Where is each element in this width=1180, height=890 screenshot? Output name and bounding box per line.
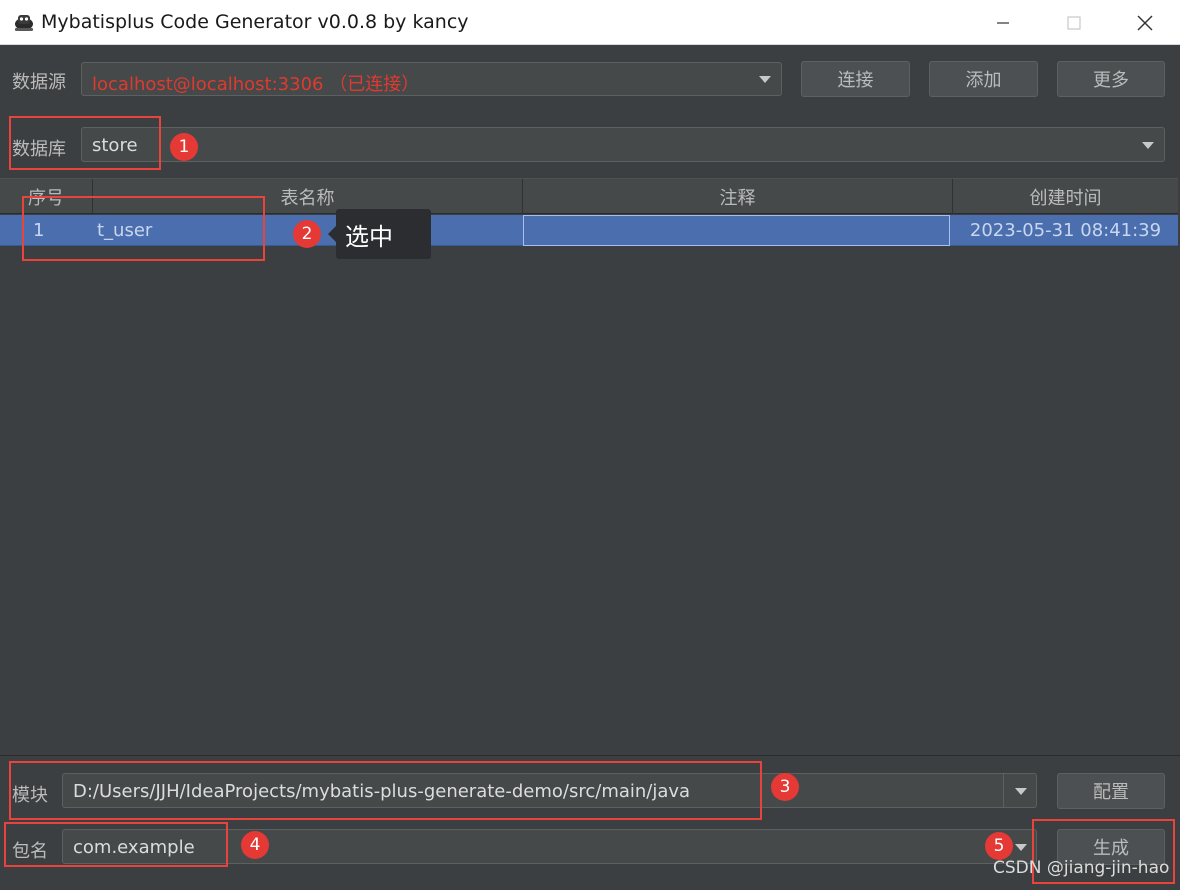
- chevron-down-icon: [759, 76, 771, 83]
- annotation-badge-2: 2: [293, 220, 321, 248]
- cell-created-time: 2023-05-31 08:41:39: [969, 220, 1162, 241]
- divider: [0, 755, 1180, 756]
- chevron-down-icon[interactable]: [1015, 788, 1027, 795]
- maximize-icon: [1067, 15, 1081, 30]
- annotation-box-module: [9, 761, 762, 820]
- minimize-icon: [997, 21, 1009, 24]
- database-select[interactable]: store: [81, 127, 1165, 162]
- annotation-badge-1: 1: [170, 133, 198, 161]
- annotation-badge-4: 4: [241, 831, 269, 859]
- robot-logo-icon: [15, 15, 33, 31]
- close-button[interactable]: [1110, 0, 1180, 45]
- annotation-badge-3: 3: [771, 773, 799, 801]
- watermark: CSDN @jiang-jin-hao: [993, 858, 1170, 878]
- cell-comment: [523, 215, 950, 246]
- chevron-down-icon: [1142, 142, 1154, 149]
- datasource-label: 数据源: [12, 72, 66, 93]
- maximize-button[interactable]: [1039, 0, 1109, 45]
- window-title: Mybatisplus Code Generator v0.0.8 by kan…: [41, 11, 469, 33]
- annotation-box-package: [4, 822, 228, 867]
- combo-separator: [1003, 774, 1004, 807]
- datasource-select[interactable]: localhost@localhost:3306 （已连接）: [81, 62, 782, 96]
- column-header-created[interactable]: 创建时间: [953, 179, 1178, 214]
- selected-tooltip: 选中: [328, 209, 431, 259]
- title-bar: Mybatisplus Code Generator v0.0.8 by kan…: [0, 0, 1180, 45]
- minimize-button[interactable]: [968, 0, 1038, 45]
- chevron-down-icon[interactable]: [1015, 844, 1027, 851]
- config-button[interactable]: 配置: [1057, 773, 1165, 809]
- annotation-box-table-row: [22, 196, 265, 261]
- annotation-badge-5: 5: [985, 832, 1013, 860]
- close-icon: [1137, 15, 1153, 30]
- tables-grid[interactable]: 序号 表名称 注释 创建时间 1 t_user 2023-05-31 08:41…: [0, 178, 1178, 755]
- add-button[interactable]: 添加: [929, 61, 1038, 97]
- annotation-box-database: [9, 116, 161, 170]
- more-button[interactable]: 更多: [1057, 61, 1165, 97]
- datasource-value: localhost@localhost:3306 （已连接）: [92, 74, 420, 95]
- column-header-comment[interactable]: 注释: [523, 179, 953, 214]
- connect-button[interactable]: 连接: [801, 61, 910, 97]
